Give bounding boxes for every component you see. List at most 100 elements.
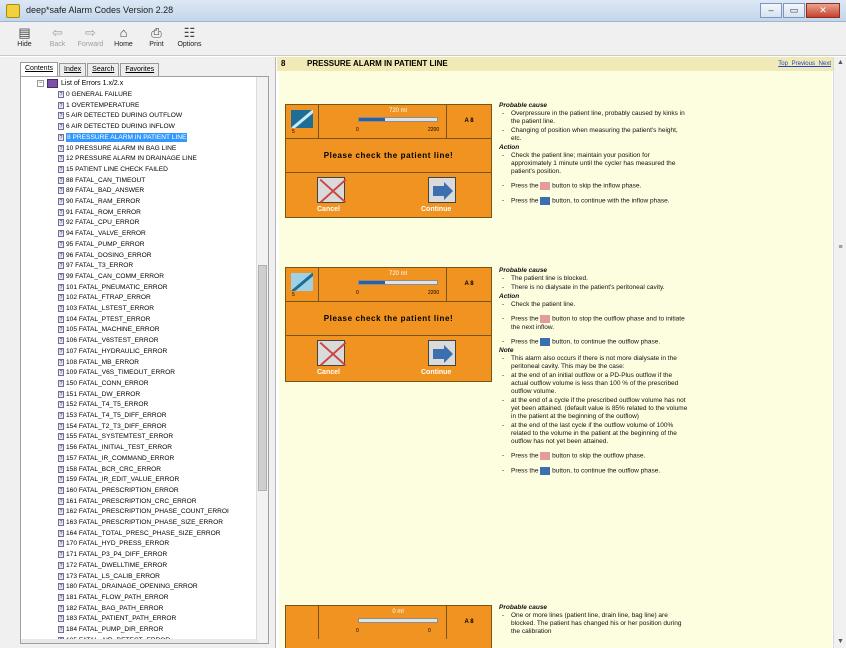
help-page-icon: ? [58, 294, 64, 302]
tree-item[interactable]: ? 6 AIR DETECTED DURING INFLOW [58, 122, 175, 131]
tree-item[interactable]: ? 15 PATIENT LINE CHECK FAILED [58, 165, 168, 174]
tree-horizontal-scrollbar[interactable] [21, 639, 258, 643]
continue-label: Continue [421, 369, 452, 376]
tree-item[interactable]: ? 105 FATAL_MACHINE_ERROR [58, 325, 160, 334]
tree-item[interactable]: ? 104 FATAL_PTEST_ERROR [58, 315, 150, 324]
tree-item[interactable]: ? 89 FATAL_BAD_ANSWER [58, 186, 144, 195]
tree-item[interactable]: ? 151 FATAL_DW_ERROR [58, 390, 140, 399]
maximize-button[interactable]: ▭ [783, 3, 805, 18]
tree-item-label: 152 FATAL_T4_T5_ERROR [66, 401, 149, 409]
tree-item[interactable]: ? 161 FATAL_PRESCRIPTION_CRC_ERROR [58, 497, 197, 506]
tree-item[interactable]: ? 97 FATAL_T3_ERROR [58, 261, 133, 270]
close-button[interactable]: ✕ [806, 3, 840, 18]
tree-item[interactable]: ? 91 FATAL_ROM_ERROR [58, 208, 141, 217]
tree-item[interactable]: ? 12 PRESSURE ALARM IN DRAINAGE LINE [58, 154, 197, 163]
scroll-up-icon[interactable]: ▲ [834, 57, 846, 69]
help-page-icon: ? [58, 615, 64, 623]
cancel-icon [317, 177, 345, 203]
tree-item[interactable]: ? 108 FATAL_MB_ERROR [58, 358, 139, 367]
tree-item[interactable]: ? 158 FATAL_BCR_CRC_ERROR [58, 465, 161, 474]
window-title: deep*safe Alarm Codes Version 2.28 [26, 5, 174, 15]
tree-item[interactable]: ? 155 FATAL_SYSTEMTEST_ERROR [58, 432, 173, 441]
tree-item[interactable]: ? 103 FATAL_LSTEST_ERROR [58, 304, 154, 313]
tree-item[interactable]: ? 157 FATAL_IR_COMMAND_ERROR [58, 454, 174, 463]
home-button[interactable]: ⌂ Home [107, 22, 140, 56]
previous-link[interactable]: Previous [792, 61, 815, 67]
tree-item[interactable]: ? 102 FATAL_FTRAP_ERROR [58, 293, 151, 302]
tree-item[interactable]: ? 163 FATAL_PRESCRIPTION_PHASE_SIZE_ERROR [58, 518, 223, 527]
scrollbar-thumb[interactable] [258, 265, 267, 491]
tab-search[interactable]: Search [87, 63, 120, 76]
tree-item[interactable]: ? 95 FATAL_PUMP_ERROR [58, 240, 145, 249]
tree-item[interactable]: ? 150 FATAL_CONN_ERROR [58, 379, 149, 388]
scroll-grip-icon[interactable]: ≡ [834, 242, 846, 254]
tree-item-label: 182 FATAL_BAG_PATH_ERROR [66, 604, 164, 612]
tree-item[interactable]: ? 106 FATAL_V6STEST_ERROR [58, 336, 158, 345]
tree-item[interactable]: ? 96 FATAL_DOSING_ERROR [58, 251, 152, 260]
tree-item[interactable]: ? 107 FATAL_HYDRAULIC_ERROR [58, 347, 167, 356]
print-button[interactable]: ⎙ Print [140, 22, 173, 56]
topic-nav: Top Previous Next [778, 57, 831, 71]
tree-item[interactable]: ? 173 FATAL_LS_CALIB_ERROR [58, 572, 160, 581]
tree-item[interactable]: ? 88 FATAL_CAN_TIMEOUT [58, 176, 145, 185]
tree-item[interactable]: ? 1 OVERTEMPERATURE [58, 101, 139, 110]
tree-scrollbar[interactable] [256, 77, 268, 643]
tree-root-node[interactable]: − List of Errors 1.x/2.x [37, 79, 123, 88]
tree-item[interactable]: ? 154 FATAL_T2_T3_DIFF_ERROR [58, 422, 167, 431]
tree-item[interactable]: ? 99 FATAL_CAN_COMM_ERROR [58, 272, 164, 281]
tree-item[interactable]: ? 162 FATAL_PRESCRIPTION_PHASE_COUNT_ERRO… [58, 507, 229, 516]
collapse-icon[interactable]: − [37, 80, 44, 87]
tree-item[interactable]: ? 180 FATAL_DRAINAGE_OPENING_ERROR [58, 582, 198, 591]
top-link[interactable]: Top [778, 61, 788, 67]
tree-item[interactable]: ? 170 FATAL_HYD_PRESS_ERROR [58, 539, 169, 548]
tree-item[interactable]: ? 10 PRESSURE ALARM IN BAG LINE [58, 144, 176, 153]
hide-button[interactable]: ▤ Hide [8, 22, 41, 56]
tree-item[interactable]: ? 109 FATAL_V6S_TIMEOUT_ERROR [58, 368, 175, 377]
tree-item[interactable]: ? 152 FATAL_T4_T5_ERROR [58, 400, 148, 409]
tree-item[interactable]: ? 171 FATAL_P3_P4_DIFF_ERROR [58, 550, 167, 559]
tree-item[interactable]: ? 181 FATAL_FLOW_PATH_ERROR [58, 593, 168, 602]
help-page-icon: ? [58, 165, 64, 173]
tree-item[interactable]: ? 0 GENERAL FAILURE [58, 90, 132, 99]
tree-item[interactable]: ? 183 FATAL_PATIENT_PATH_ERROR [58, 614, 176, 623]
tree-item-label: 153 FATAL_T4_T5_DIFF_ERROR [66, 412, 167, 419]
tree-item[interactable]: ? 94 FATAL_VALVE_ERROR [58, 229, 146, 238]
tree-item[interactable]: ? 160 FATAL_PRESCRIPTION_ERROR [58, 486, 179, 495]
alarm-message: Please check the patient line! [286, 302, 491, 336]
help-page-icon: ? [58, 91, 64, 98]
tree-item[interactable]: ? 172 FATAL_DWELLTIME_ERROR [58, 561, 167, 570]
forward-arrow-icon: ⇨ [85, 25, 96, 40]
tab-contents[interactable]: Contents [20, 62, 59, 76]
tree-item[interactable]: ? 164 FATAL_TOTAL_PRESC_PHASE_SIZE_ERROR [58, 529, 221, 538]
tree-item[interactable]: ? 159 FATAL_IR_EDIT_VALUE_ERROR [58, 475, 179, 484]
minimize-button[interactable]: – [760, 3, 782, 18]
tab-favorites[interactable]: Favorites [120, 63, 160, 76]
help-page-icon: ? [58, 529, 64, 537]
tree-item[interactable]: ? 184 FATAL_PUMP_DIR_ERROR [58, 625, 163, 634]
help-page-icon: ? [58, 101, 64, 109]
content-pane: 8 PRESSURE ALARM IN PATIENT LINE Top Pre… [277, 57, 846, 648]
tree-item[interactable]: ? 101 FATAL_PNEUMATIC_ERROR [58, 283, 168, 292]
help-page-icon: ? [58, 572, 64, 580]
volume-label: 720 ml [388, 108, 407, 114]
tree-item[interactable]: ? 8 PRESSURE ALARM IN PATIENT LINE [58, 132, 188, 142]
help-page-icon: ? [58, 198, 64, 205]
help-page-icon: ? [58, 433, 64, 441]
scroll-down-icon[interactable]: ▼ [834, 636, 846, 648]
forward-button[interactable]: ⇨ Forward [74, 22, 107, 56]
alarm-panel: 5 720 ml 0 2200 A 8 Please check the pat… [285, 104, 492, 218]
tree-item[interactable]: ? 156 FATAL_INITIAL_TEST_ERROR [58, 443, 172, 452]
tree-item[interactable]: ? 153 FATAL_T4_T5_DIFF_ERROR [58, 411, 167, 420]
next-link[interactable]: Next [819, 61, 831, 67]
tree-item-label: 162 FATAL_PRESCRIPTION_PHASE_COUNT_ERROI [66, 508, 229, 516]
content-scrollbar[interactable]: ▲ ≡ ▼ [833, 57, 846, 648]
tab-index[interactable]: Index [59, 63, 87, 76]
tree-item[interactable]: ? 5 AIR DETECTED DURING OUTFLOW [58, 111, 182, 120]
help-page-icon: ? [58, 390, 64, 398]
options-button[interactable]: ☷ Options [173, 22, 206, 56]
tree-item[interactable]: ? 182 FATAL_BAG_PATH_ERROR [58, 604, 163, 613]
back-button[interactable]: ⇦ Back [41, 22, 74, 56]
tree-item-label: 8 PRESSURE ALARM IN PATIENT LINE [66, 132, 188, 142]
tree-item[interactable]: ? 92 FATAL_CPU_ERROR [58, 218, 139, 227]
tree-item[interactable]: ? 90 FATAL_RAM_ERROR [58, 197, 140, 206]
